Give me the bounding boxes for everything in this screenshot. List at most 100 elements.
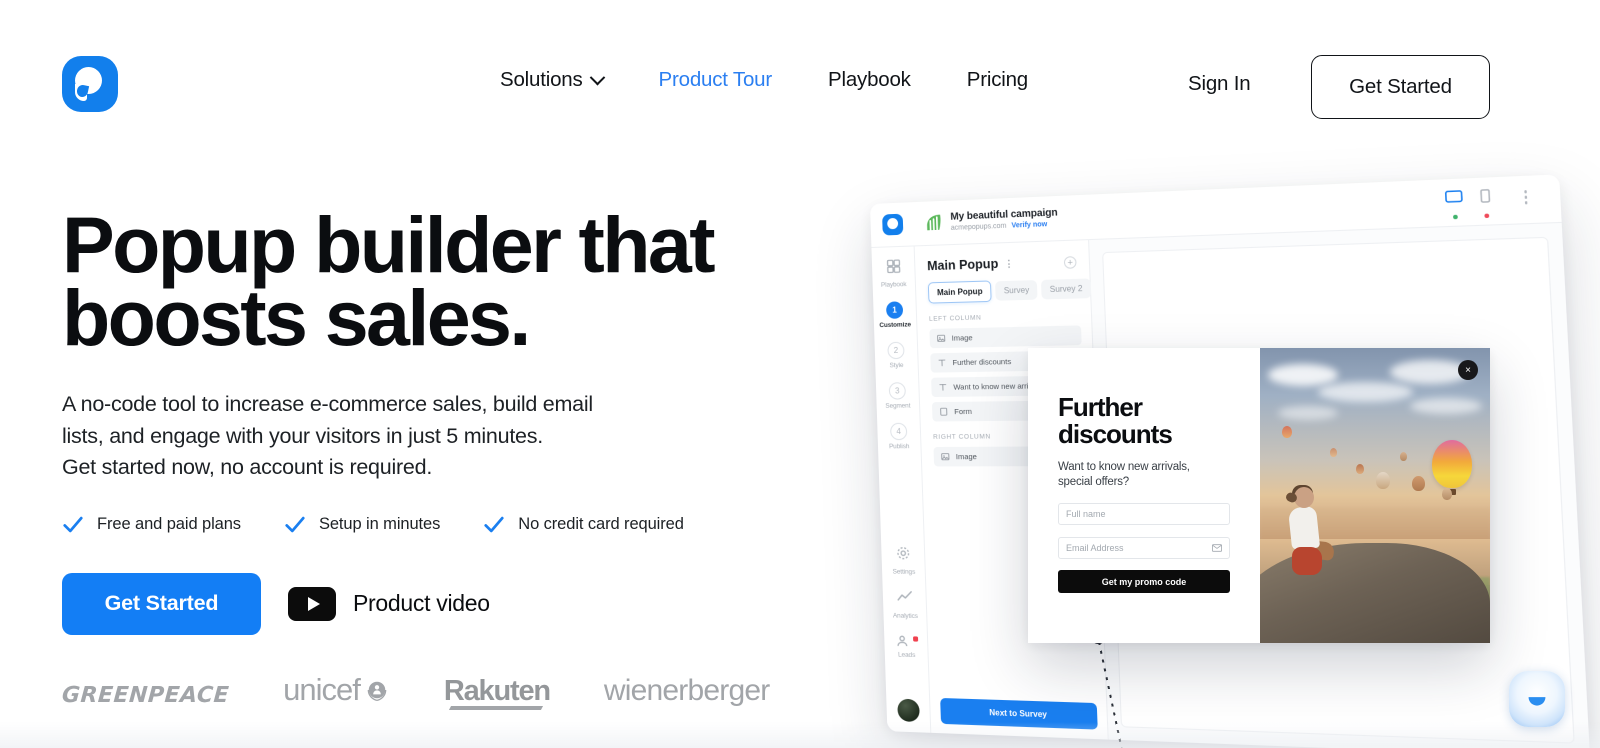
popup-subtitle-line-1: Want to know new arrivals, (1058, 460, 1190, 473)
sidebar-step-number: 4 (889, 422, 908, 441)
sidebar-label-settings: Settings (892, 568, 916, 576)
site-logo[interactable] (62, 56, 118, 112)
desktop-icon (1444, 189, 1464, 206)
get-started-button-header[interactable]: Get Started (1311, 55, 1490, 119)
app-logo (870, 213, 914, 236)
product-video-link[interactable]: Product video (288, 586, 490, 621)
nav-link-product-tour[interactable]: Product Tour (659, 68, 773, 92)
sidebar-item-segment[interactable]: 3 Segment (876, 382, 919, 410)
sidebar-label-customize: Customize (879, 321, 911, 330)
nav-item-pricing[interactable]: Pricing (967, 68, 1028, 92)
popup-subtitle: Want to know new arrivals, special offer… (1058, 460, 1230, 492)
site-header: Solutions Product Tour Playbook Pricing … (0, 0, 1600, 165)
unicef-emblem-icon (367, 681, 387, 702)
panel-menu-icon[interactable]: ⋮ (1004, 258, 1015, 270)
popup-heading-line-1: Further (1058, 392, 1143, 422)
text-icon (937, 358, 946, 367)
sidebar-item-style[interactable]: 2 Style (875, 341, 918, 369)
verify-now-link[interactable]: Verify now (1011, 221, 1047, 230)
cta-row: Get Started Product video (62, 572, 762, 635)
chat-smile-icon (1528, 697, 1546, 706)
check-icon (285, 516, 305, 533)
left-column-header: LEFT COLUMN (928, 314, 982, 323)
panel-title: Main Popup (926, 256, 999, 274)
feature-item-no-card: No credit card required (483, 514, 684, 536)
popup-submit-button[interactable]: Get my promo code (1058, 570, 1230, 594)
page-title: Popup builder that boosts sales. (62, 205, 762, 358)
get-started-button-hero[interactable]: Get Started (62, 572, 261, 635)
hero-subtitle: A no-code tool to increase e-commerce sa… (62, 389, 762, 484)
layer-label: Image (951, 333, 973, 343)
feature-list: Free and paid plans Setup in minutes No … (62, 514, 762, 536)
brand-logo-row: GREENPEACE unicef Rakuten wienerberger (61, 672, 823, 710)
sidebar-item-playbook[interactable]: Playbook (872, 258, 915, 290)
hero-content: Popup builder that boosts sales. A no-co… (62, 205, 762, 635)
sidebar-item-analytics[interactable]: Analytics (883, 588, 928, 620)
landing-page: Solutions Product Tour Playbook Pricing … (0, 0, 1600, 748)
sidebar-item-settings[interactable]: Settings (881, 545, 926, 576)
tab-survey[interactable]: Survey (995, 280, 1038, 301)
brand-logo-greenpeace: GREENPEACE (61, 683, 231, 708)
sidebar-label-playbook: Playbook (880, 281, 907, 289)
popupsmart-logo-icon (62, 56, 118, 112)
tab-main-popup[interactable]: Main Popup (927, 280, 993, 304)
more-options-button[interactable] (1523, 190, 1528, 207)
playbook-icon (885, 258, 901, 275)
popup-email-input[interactable]: Email Address (1058, 537, 1230, 560)
layer-item-image[interactable]: Image (929, 325, 1082, 349)
text-icon (938, 383, 947, 392)
popup-fullname-input[interactable]: Full name (1058, 503, 1230, 526)
nav-link-pricing[interactable]: Pricing (967, 68, 1028, 92)
hero-product-mockup: My beautiful campaign acmepopups.com Ver… (840, 174, 1600, 748)
popup-heading-line-2: discounts (1058, 419, 1173, 450)
sidebar-label-publish: Publish (888, 443, 910, 451)
device-desktop-button[interactable] (1444, 189, 1465, 220)
play-icon (288, 586, 336, 621)
nav-link-solutions[interactable]: Solutions (500, 68, 583, 92)
chat-widget-button[interactable] (1509, 671, 1565, 727)
check-icon (63, 516, 83, 533)
popup-tabs: Main Popup Survey Survey 2 (927, 278, 1092, 304)
chevron-down-icon (589, 69, 605, 85)
user-avatar[interactable] (897, 698, 920, 723)
brand-logo-wienerberger: wienerberger (603, 674, 770, 707)
campaign-leaf-icon (926, 215, 941, 231)
product-video-label: Product video (353, 590, 490, 617)
hot-air-balloon-icon (1432, 440, 1472, 495)
sign-in-link[interactable]: Sign In (1188, 72, 1251, 96)
sidebar-label-segment: Segment (885, 402, 911, 410)
popup-preview: Further discounts Want to know new arriv… (1028, 348, 1490, 643)
popup-fullname-placeholder: Full name (1066, 509, 1106, 520)
feature-label: Free and paid plans (97, 515, 241, 534)
next-to-survey-button[interactable]: Next to Survey (940, 697, 1098, 730)
hero-subtitle-line-3: Get started now, no account is required. (62, 455, 433, 480)
layer-label: Form (954, 406, 973, 417)
campaign-domain: acmepopups.com (950, 222, 1007, 232)
feature-label: Setup in minutes (318, 515, 441, 534)
mail-icon (1212, 544, 1222, 553)
nav-item-playbook[interactable]: Playbook (828, 68, 911, 92)
layer-label: Image (955, 451, 978, 462)
gear-icon (895, 545, 911, 562)
feature-item-setup: Setup in minutes (284, 514, 440, 536)
brand-logo-rakuten: Rakuten (444, 675, 551, 710)
form-icon (939, 407, 948, 416)
hero-subtitle-line-1: A no-code tool to increase e-commerce sa… (62, 391, 593, 416)
sidebar-step-number: 3 (888, 382, 906, 400)
nav-item-product-tour[interactable]: Product Tour (659, 68, 773, 92)
popup-hero-photo (1260, 348, 1490, 643)
feature-label: No credit card required (518, 515, 684, 534)
nav-link-playbook[interactable]: Playbook (828, 68, 911, 92)
sidebar-label-leads: Leads (898, 651, 916, 660)
sidebar-item-customize[interactable]: 1 Customize (873, 301, 916, 329)
close-icon[interactable]: × (1458, 360, 1478, 380)
device-mobile-button[interactable] (1478, 188, 1492, 219)
device-toggle-group (1444, 188, 1493, 220)
sidebar-label-analytics: Analytics (892, 612, 918, 620)
nav-item-solutions[interactable]: Solutions (500, 68, 605, 92)
sidebar-item-leads[interactable]: Leads (884, 632, 929, 659)
sidebar-item-publish[interactable]: 4 Publish (877, 422, 920, 451)
brand-logo-unicef: unicef (283, 672, 390, 708)
tab-survey-2[interactable]: Survey 2 (1041, 278, 1092, 300)
popup-content-side: Further discounts Want to know new arriv… (1028, 348, 1260, 643)
